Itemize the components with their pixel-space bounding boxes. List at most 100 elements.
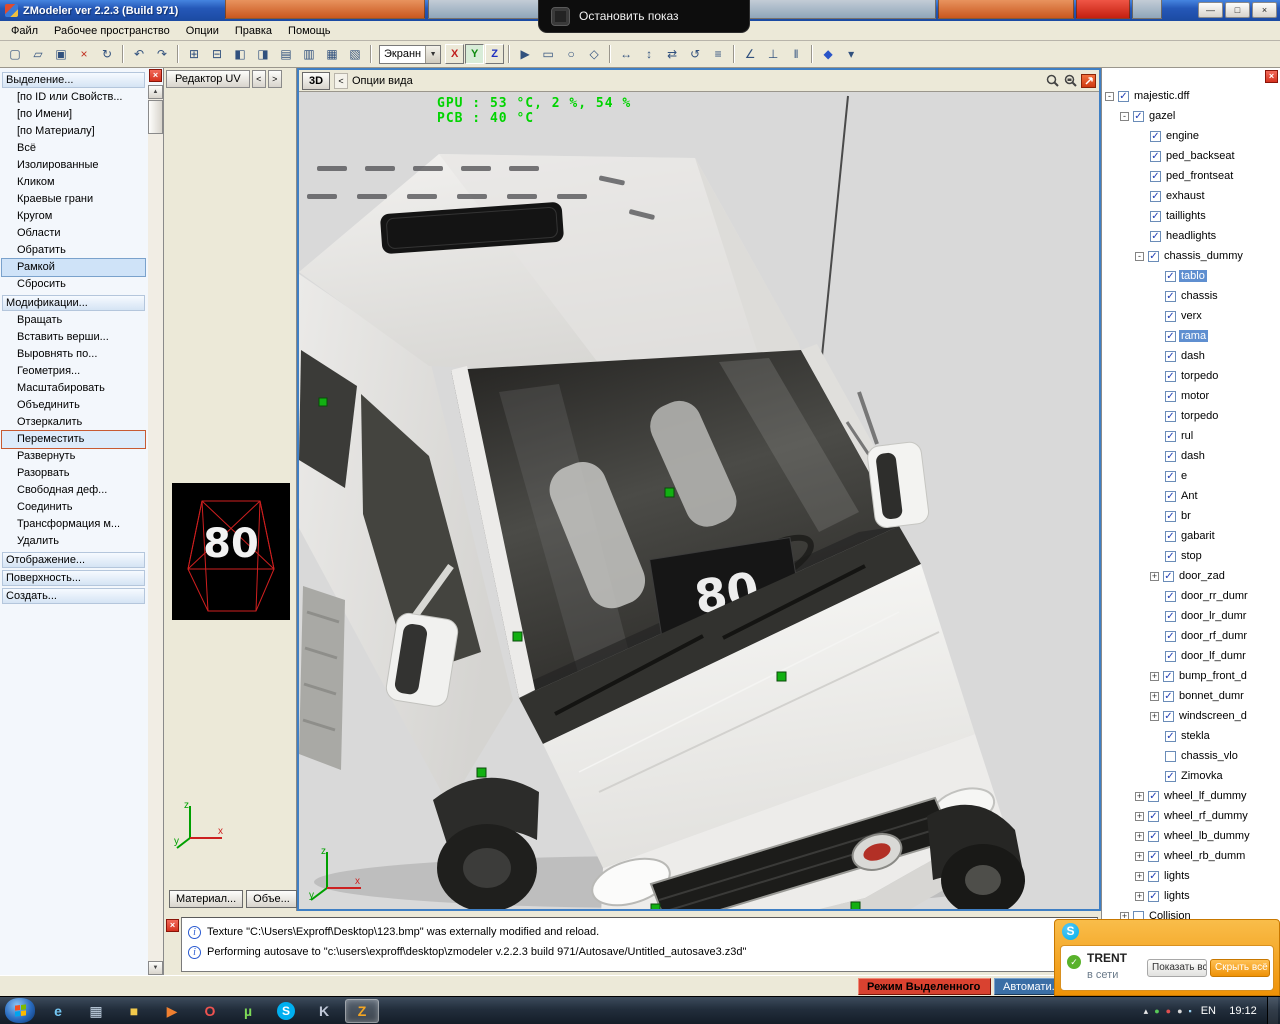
tree-checkbox[interactable]: ✓ <box>1165 471 1176 482</box>
command-section-header[interactable]: Создать... <box>2 588 145 604</box>
tree-row[interactable]: ✓Ant <box>1102 486 1280 506</box>
command-item[interactable]: Масштабировать <box>2 380 145 397</box>
toolbar-new-icon[interactable]: ▢ <box>4 44 26 64</box>
toolbar-select-rect-icon[interactable]: ▭ <box>537 44 559 64</box>
taskbar-utorrent-icon[interactable]: µ <box>231 999 265 1023</box>
tree-checkbox[interactable]: ✓ <box>1165 591 1176 602</box>
tree-checkbox[interactable]: ✓ <box>1165 551 1176 562</box>
uv-prev-button[interactable]: < <box>252 70 266 88</box>
command-item[interactable]: Соединить <box>2 499 145 516</box>
toolbar-mirror-icon[interactable]: ⇄ <box>661 44 683 64</box>
tree-row[interactable]: -✓majestic.dff <box>1102 86 1280 106</box>
tree-row[interactable]: ✓verx <box>1102 306 1280 326</box>
command-item[interactable]: Разорвать <box>2 465 145 482</box>
tree-checkbox[interactable]: ✓ <box>1163 671 1174 682</box>
toolbar-snap-parallel-icon[interactable]: ‖ <box>785 44 807 64</box>
language-indicator[interactable]: EN <box>1198 1005 1219 1017</box>
clock[interactable]: 19:12 <box>1225 1005 1261 1017</box>
tree-checkbox[interactable]: ✓ <box>1165 651 1176 662</box>
tree-checkbox[interactable]: ✓ <box>1165 731 1176 742</box>
close-icon[interactable]: × <box>1265 70 1278 83</box>
tree-row[interactable]: +✓wheel_lb_dummy <box>1102 826 1280 846</box>
tree-row[interactable]: ✓dash <box>1102 446 1280 466</box>
command-item[interactable]: Отзеркалить <box>2 414 145 431</box>
tree-row[interactable]: +✓lights <box>1102 886 1280 906</box>
command-item[interactable]: Изолированные <box>2 157 145 174</box>
tree-row[interactable]: ✓taillights <box>1102 206 1280 226</box>
tree-row[interactable]: +✓bump_front_d <box>1102 666 1280 686</box>
tree-checkbox[interactable] <box>1165 751 1176 762</box>
command-item[interactable]: Выровнять по... <box>2 346 145 363</box>
toolbar-select-circle-icon[interactable]: ○ <box>560 44 582 64</box>
toolbar-viewport-layout-2-icon[interactable]: ⊟ <box>206 44 228 64</box>
tray-icon-4[interactable]: ▪ <box>1189 1005 1192 1017</box>
menu-item[interactable]: Помощь <box>280 23 339 39</box>
screen-mode-dropdown[interactable]: Экранн ▼ <box>379 45 441 64</box>
toolbar-droplet-caret-icon[interactable]: ▾ <box>840 44 862 64</box>
toolbar-align-icon[interactable]: ≡ <box>707 44 729 64</box>
scroll-up-icon[interactable]: ▲ <box>148 85 163 99</box>
tree-row[interactable]: ✓Zimovka <box>1102 766 1280 786</box>
command-item[interactable]: Объединить <box>2 397 145 414</box>
tree-row[interactable]: ✓rul <box>1102 426 1280 446</box>
tree-checkbox[interactable]: ✓ <box>1148 891 1159 902</box>
close-icon[interactable]: × <box>166 919 179 932</box>
command-item[interactable]: Геометрия... <box>2 363 145 380</box>
toolbar-reload-icon[interactable]: ↻ <box>96 44 118 64</box>
toolbar-select-poly-icon[interactable]: ◇ <box>583 44 605 64</box>
toolbar-undo-icon[interactable]: ↶ <box>128 44 150 64</box>
tree-checkbox[interactable]: ✓ <box>1150 131 1161 142</box>
tree-row[interactable]: ✓ped_frontseat <box>1102 166 1280 186</box>
command-item[interactable]: Свободная деф... <box>2 482 145 499</box>
tree-checkbox[interactable]: ✓ <box>1165 311 1176 322</box>
menu-item[interactable]: Файл <box>3 23 46 39</box>
command-item[interactable]: Вращать <box>2 312 145 329</box>
view-options-label[interactable]: Опции вида <box>352 75 413 87</box>
tree-checkbox[interactable]: ✓ <box>1163 571 1174 582</box>
tree-row[interactable]: ✓door_lf_dumr <box>1102 646 1280 666</box>
toolbar-open-icon[interactable]: ▱ <box>27 44 49 64</box>
left-panel-scrollbar[interactable]: ▲ ▼ <box>148 85 163 975</box>
stop-screenshare-button[interactable]: Остановить показ <box>538 0 750 33</box>
taskbar-window-icon[interactable]: ▦ <box>79 999 113 1023</box>
zoom-extents-icon[interactable] <box>1045 73 1060 88</box>
tree-row[interactable]: +✓wheel_rb_dumm <box>1102 846 1280 866</box>
toolbar-viewport-layout-4-icon[interactable]: ◨ <box>252 44 274 64</box>
view-mode-button[interactable]: 3D <box>302 72 330 90</box>
tree-checkbox[interactable]: ✓ <box>1148 811 1159 822</box>
toolbar-snap-perp-icon[interactable]: ⊥ <box>762 44 784 64</box>
tree-checkbox[interactable]: ✓ <box>1165 271 1176 282</box>
toolbar-snap-angle-icon[interactable]: ∠ <box>739 44 761 64</box>
tree-row[interactable]: +✓lights <box>1102 866 1280 886</box>
tree-checkbox[interactable]: ✓ <box>1165 451 1176 462</box>
menu-item[interactable]: Правка <box>227 23 280 39</box>
uv-editor-tab[interactable]: Редактор UV <box>166 70 250 88</box>
toolbar-redo-icon[interactable]: ↷ <box>151 44 173 64</box>
taskbar-media-icon[interactable]: ▶ <box>155 999 189 1023</box>
command-item[interactable]: Переместить <box>2 431 145 448</box>
taskbar-skype-icon[interactable]: S <box>269 999 303 1023</box>
tree-row[interactable]: ✓rama <box>1102 326 1280 346</box>
tree-row[interactable]: ✓motor <box>1102 386 1280 406</box>
background-window-titlebar[interactable] <box>938 0 1074 19</box>
tree-checkbox[interactable]: ✓ <box>1165 511 1176 522</box>
tree-expander-icon[interactable]: + <box>1135 812 1144 821</box>
tree-row[interactable]: ✓stekla <box>1102 726 1280 746</box>
tree-checkbox[interactable]: ✓ <box>1165 371 1176 382</box>
toolbar-material-droplet-icon[interactable]: ◆ <box>817 44 839 64</box>
command-item[interactable]: Обратить <box>2 242 145 259</box>
axis-z-button[interactable]: Z <box>485 44 504 64</box>
command-item[interactable]: [по Материалу] <box>2 123 145 140</box>
close-icon[interactable]: × <box>149 69 162 82</box>
start-button[interactable] <box>5 998 35 1023</box>
skype-notification[interactable]: S ✓ TRENT в сети Показать всё Скрыть всё <box>1054 919 1280 996</box>
tree-row[interactable]: ✓door_rf_dumr <box>1102 626 1280 646</box>
background-window-titlebar[interactable] <box>1076 0 1130 19</box>
tree-row[interactable]: +✓windscreen_d <box>1102 706 1280 726</box>
command-section-header[interactable]: Отображение... <box>2 552 145 568</box>
tree-checkbox[interactable]: ✓ <box>1150 151 1161 162</box>
taskbar-ie-icon[interactable]: e <box>41 999 75 1023</box>
command-item[interactable]: Трансформация м... <box>2 516 145 533</box>
toolbar-move-icon[interactable]: ↔ <box>615 44 637 64</box>
tree-checkbox[interactable]: ✓ <box>1163 691 1174 702</box>
